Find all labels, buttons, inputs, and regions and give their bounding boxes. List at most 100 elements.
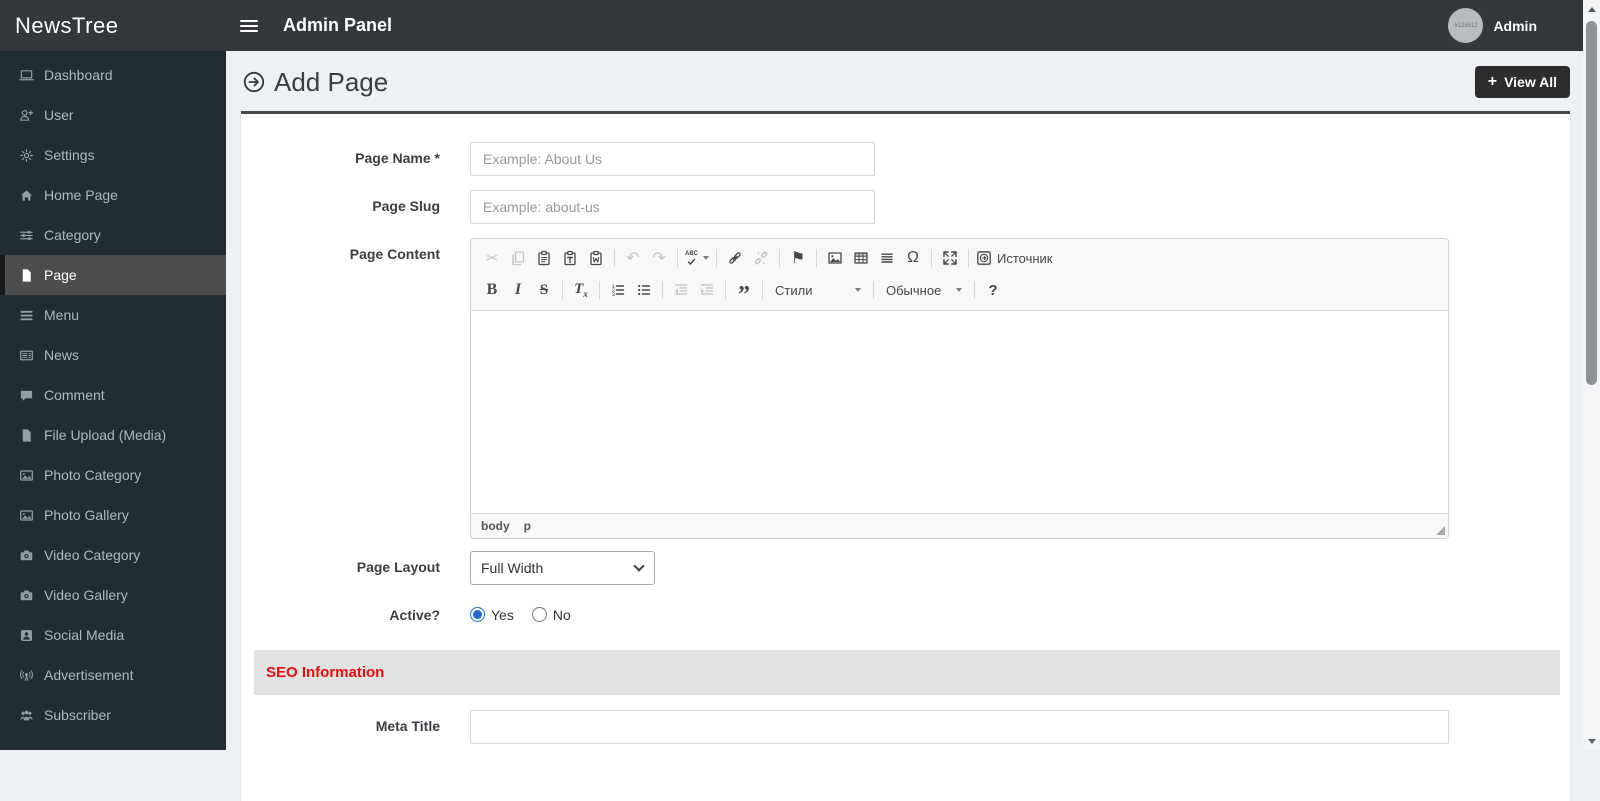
rich-text-editor: ✂ ↶ ↷ ABC ⚑ Ω Источник B I S Tx 1 2 3” Стили Обычное? …	[470, 238, 1449, 539]
user-name[interactable]: Admin	[1493, 18, 1537, 34]
maximize-button[interactable]	[937, 245, 963, 271]
unlink-button[interactable]	[748, 245, 774, 271]
sidebar-item-label: Dashboard	[44, 67, 113, 83]
redo-button[interactable]: ↷	[646, 245, 672, 271]
paste-plain-text-button[interactable]	[557, 245, 583, 271]
sidebar-item-news[interactable]: News	[0, 335, 226, 375]
toolbar-separator	[968, 249, 969, 267]
element-path-body[interactable]: body	[481, 519, 510, 533]
active-label: Active?	[389, 607, 440, 623]
user-menu[interactable]: 512x512 Admin	[1448, 8, 1537, 43]
link-button[interactable]	[722, 245, 748, 271]
newspaper-icon	[19, 348, 34, 363]
sidebar-item-label: News	[44, 347, 80, 363]
sidebar-item-photo-category[interactable]: Photo Category	[0, 455, 226, 495]
numbered-list-button[interactable]: 123	[605, 277, 631, 303]
styles-combo[interactable]: Стили	[768, 277, 868, 303]
special-character-button[interactable]: Ω	[900, 245, 926, 271]
sidebar-item-menu[interactable]: Menu	[0, 295, 226, 335]
sidebar-item-subscriber[interactable]: Subscriber	[0, 695, 226, 735]
remove-format-button[interactable]: Tx	[568, 277, 594, 303]
page-layout-select[interactable]: Full Width	[470, 551, 655, 585]
toolbar-group: 123	[605, 277, 657, 303]
sidebar-item-category[interactable]: Category	[0, 215, 226, 255]
anchor-button[interactable]: ⚑	[785, 245, 811, 271]
insert-image-button[interactable]	[822, 245, 848, 271]
active-radio-yes[interactable]	[470, 607, 485, 622]
image-icon	[19, 508, 34, 523]
resize-handle[interactable]	[1436, 526, 1445, 535]
element-path-p[interactable]: p	[524, 519, 531, 533]
brand-logo[interactable]: NewsTree	[0, 13, 226, 39]
caret-down-icon	[855, 288, 861, 292]
decrease-indent-button[interactable]	[668, 277, 694, 303]
laptop-icon	[19, 68, 34, 83]
sidebar-item-social-media[interactable]: Social Media	[0, 615, 226, 655]
scrollbar	[1583, 0, 1600, 750]
sidebar-item-label: Advertisement	[44, 667, 134, 683]
toolbar-separator	[873, 281, 874, 299]
home-icon	[19, 188, 34, 203]
editor-path: body p	[481, 519, 531, 533]
page-slug-input[interactable]	[470, 190, 875, 224]
about-button[interactable]: ?	[980, 277, 1006, 303]
sidebar-item-label: User	[44, 107, 74, 123]
sidebar-item-file-upload-media[interactable]: File Upload (Media)	[0, 415, 226, 455]
italic-button[interactable]: I	[505, 277, 531, 303]
bold-button[interactable]: B	[479, 277, 505, 303]
sidebar-item-settings[interactable]: Settings	[0, 135, 226, 175]
blockquote-button[interactable]: ”	[731, 277, 757, 307]
source-button[interactable]: Источник	[974, 245, 1055, 271]
paste-button[interactable]	[531, 245, 557, 271]
scroll-up-button[interactable]	[1583, 1, 1600, 17]
toolbar-group	[722, 245, 774, 271]
active-radio-no[interactable]	[531, 607, 547, 622]
copy-button[interactable]	[505, 245, 531, 271]
caret-down-icon	[956, 288, 962, 292]
increase-indent-button[interactable]	[694, 277, 720, 303]
toolbar-group: ?	[980, 277, 1006, 303]
spell-check-button[interactable]: ABC	[683, 245, 711, 271]
sidebar-item-video-gallery[interactable]: Video Gallery	[0, 575, 226, 615]
page-name-input[interactable]	[470, 142, 875, 176]
horizontal-line-button[interactable]	[874, 245, 900, 271]
scrollbar-thumb[interactable]	[1586, 21, 1597, 385]
page-title-text: Add Page	[274, 66, 389, 97]
sidebar-item-dashboard[interactable]: Dashboard	[0, 55, 226, 95]
sidebar-item-label: Photo Gallery	[44, 507, 129, 523]
editor-toolbar-row-1: ✂ ↶ ↷ ABC ⚑ Ω Источник	[479, 245, 1440, 271]
active-radio-label-no[interactable]: No	[553, 607, 571, 623]
view-all-button[interactable]: + View All	[1474, 66, 1570, 98]
sidebar-item-advertisement[interactable]: Advertisement	[0, 655, 226, 695]
sidebar-item-page[interactable]: Page	[0, 255, 226, 295]
meta-title-input[interactable]	[470, 710, 1449, 744]
editor-content-area[interactable]	[471, 311, 1448, 513]
main-content: Add Page + View All Page Name * Page Slu…	[226, 51, 1600, 801]
sidebar-item-user[interactable]: User	[0, 95, 226, 135]
paste-from-word-button[interactable]	[583, 245, 609, 271]
insert-table-button[interactable]	[848, 245, 874, 271]
scroll-down-button[interactable]	[1583, 733, 1600, 749]
camera-icon	[19, 548, 34, 563]
sidebar-item-label: Settings	[44, 147, 95, 163]
sidebar-toggle-icon[interactable]	[240, 17, 258, 35]
seo-heading: SEO Information	[266, 664, 385, 681]
undo-button[interactable]: ↶	[620, 245, 646, 271]
bulleted-list-button[interactable]	[631, 277, 657, 303]
active-radio-label-yes[interactable]: Yes	[491, 607, 514, 623]
sidebar-item-home-page[interactable]: Home Page	[0, 175, 226, 215]
toolbar-group: ↶ ↷	[620, 245, 672, 271]
toolbar-separator	[662, 281, 663, 299]
format-combo[interactable]: Обычное	[879, 277, 969, 303]
page-slug-row: Page Slug	[241, 190, 1570, 224]
sidebar-item-label: Comment	[44, 387, 105, 403]
sidebar-item-comment[interactable]: Comment	[0, 375, 226, 415]
avatar[interactable]: 512x512	[1448, 8, 1484, 43]
editor-toolbar-row-2: B I S Tx 1 2 3 ” Стили Обычное?	[479, 277, 1440, 307]
strikethrough-button[interactable]: S	[531, 277, 557, 303]
editor-footer: body p	[471, 513, 1448, 538]
styles-combo-label: Стили	[775, 282, 813, 298]
sidebar-item-video-category[interactable]: Video Category	[0, 535, 226, 575]
sidebar-item-photo-gallery[interactable]: Photo Gallery	[0, 495, 226, 535]
cut-button[interactable]: ✂	[479, 245, 505, 271]
